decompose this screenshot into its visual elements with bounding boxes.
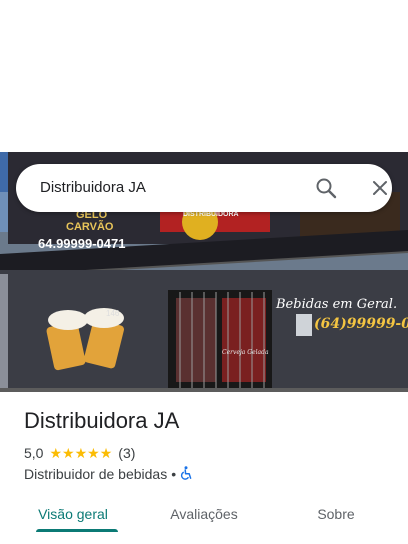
place-category: Distribuidor de bebidas xyxy=(24,466,168,482)
active-tab-indicator xyxy=(36,529,118,532)
tab-reviews[interactable]: Avaliações xyxy=(158,496,250,532)
star-icon: ★ xyxy=(87,445,100,461)
search-bar[interactable]: Distribuidora JA xyxy=(16,164,392,212)
star-icon: ★ xyxy=(74,445,88,461)
star-icon: ★ xyxy=(99,445,113,461)
wall-phone: (64)99999-0471 xyxy=(314,316,408,332)
rating-value: 5,0 xyxy=(24,445,44,461)
banner-text: DISTRIBUIDORA xyxy=(183,211,239,218)
sign-carvao: CARVÃO xyxy=(66,220,114,233)
star-icon: ★ xyxy=(49,445,63,461)
sign-phone: 64.99999-0471 xyxy=(38,236,125,251)
close-icon[interactable] xyxy=(368,176,392,200)
tab-overview[interactable]: Visão geral xyxy=(28,496,118,532)
review-count[interactable]: (3) xyxy=(118,445,135,461)
separator-dot: • xyxy=(171,466,177,482)
tab-about[interactable]: Sobre xyxy=(306,496,366,532)
category-row: Distribuidor de bebidas • xyxy=(24,465,194,483)
rating-row[interactable]: 5,0 ★ ★ ★ ★ ★ (3) xyxy=(24,444,135,462)
wheelchair-icon xyxy=(180,465,194,483)
star-icon: ★ xyxy=(62,445,75,461)
house-number: 146 xyxy=(106,309,120,318)
search-input[interactable]: Distribuidora JA xyxy=(40,164,146,212)
search-icon[interactable] xyxy=(314,176,338,200)
door-text: Cerveja Gelada xyxy=(222,349,269,356)
wall-text: Bebidas em Geral. xyxy=(275,297,397,312)
star-rating: ★ ★ ★ ★ ★ xyxy=(49,446,112,460)
place-title: Distribuidora JA xyxy=(24,408,180,433)
place-tabs: Visão geral Avaliações Sobre xyxy=(0,496,408,536)
